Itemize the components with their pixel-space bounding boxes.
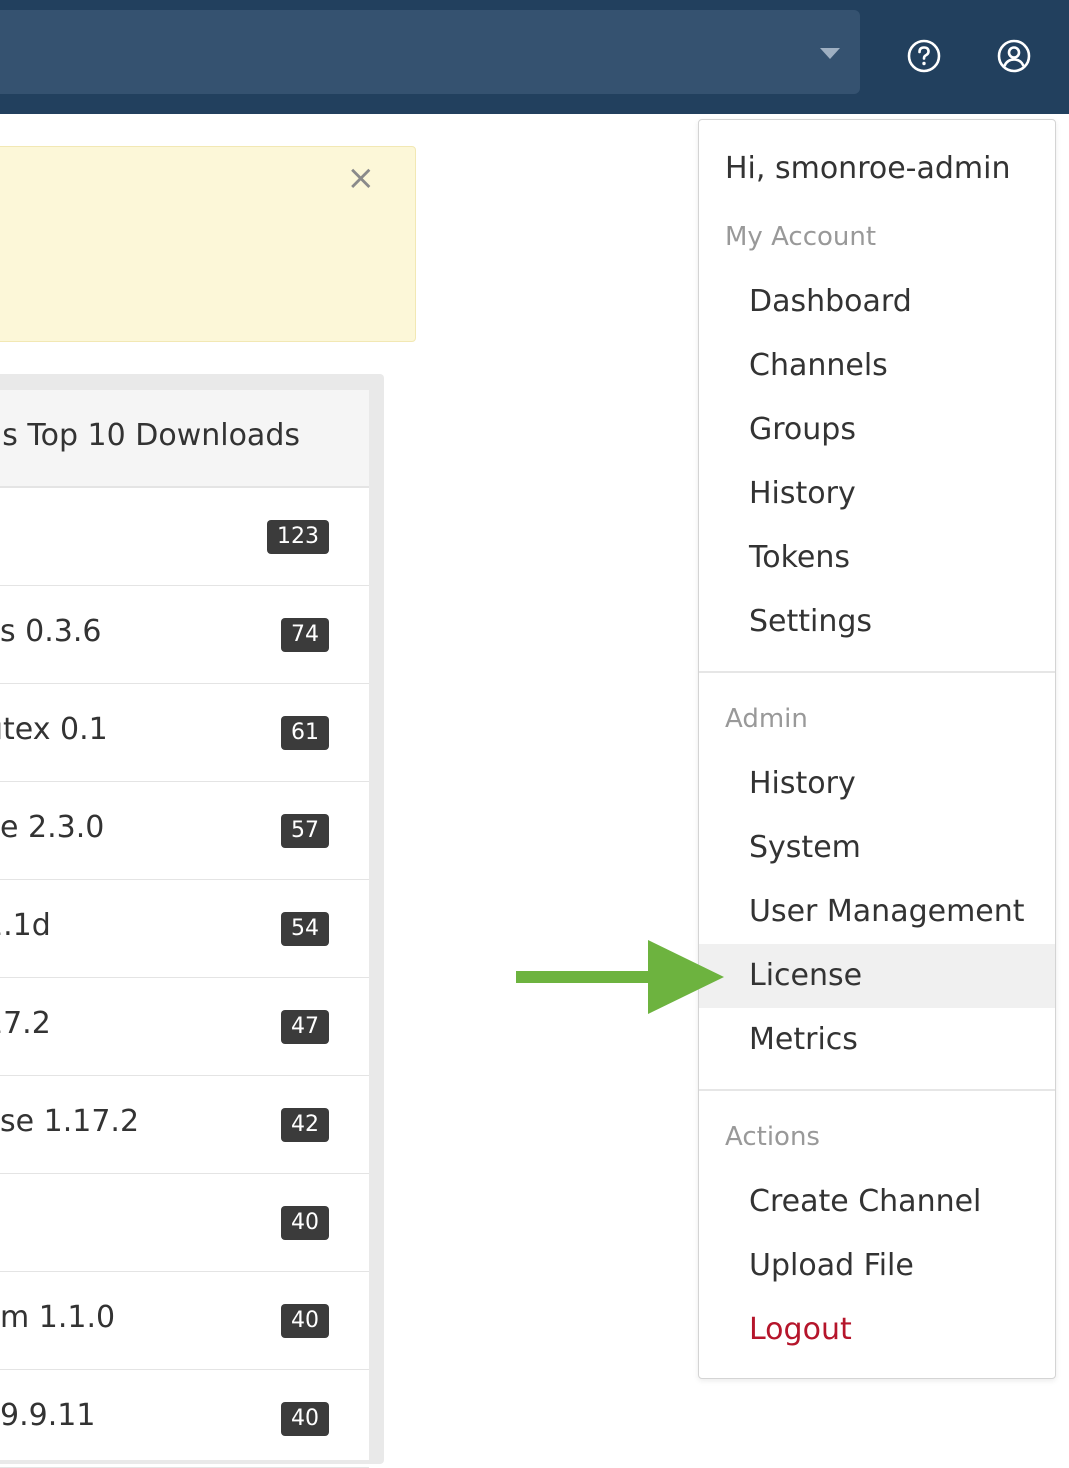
menu-item-label: Settings [749,604,873,639]
package-name: 17.2 [0,1006,51,1041]
section-heading-actions: Actions [725,1122,820,1152]
table-row[interactable]: m 1.1.0 40 [0,1272,369,1370]
menu-item-history[interactable]: History [699,462,1055,526]
table-row[interactable]: 40 [0,1174,369,1272]
user-dropdown-menu: Hi, smonroe-admin My Account Dashboard C… [698,119,1056,1379]
section-heading-admin: Admin [725,704,808,734]
menu-item-label: User Management [749,894,1025,929]
search-select[interactable] [0,10,860,94]
table-row[interactable]: se 1.17.2 42 [0,1076,369,1174]
panel-title: 's Top 10 Downloads [0,418,300,453]
menu-item-label: Create Channel [749,1184,982,1219]
alert-box: × [0,146,416,342]
question-circle-icon[interactable] [906,38,942,74]
panel-header: 's Top 10 Downloads [0,390,369,488]
chevron-down-icon[interactable] [820,48,840,59]
user-greeting: Hi, smonroe-admin [725,151,1011,186]
menu-item-label: System [749,830,861,865]
package-name: 9.9.11 [0,1398,96,1433]
menu-item-metrics[interactable]: Metrics [699,1008,1055,1072]
top-navbar [0,0,1069,114]
menu-item-label: History [749,476,856,511]
table-row[interactable]: 123 [0,488,369,586]
menu-item-label: Groups [749,412,856,447]
menu-item-settings[interactable]: Settings [699,590,1055,654]
menu-item-tokens[interactable]: Tokens [699,526,1055,590]
table-row[interactable]: 1.1d 54 [0,880,369,978]
user-circle-icon[interactable] [996,38,1032,74]
downloads-panel: 's Top 10 Downloads 123 s 0.3.6 74 utex … [0,390,369,1468]
package-name: 1.1d [0,908,51,943]
menu-item-upload-file[interactable]: Upload File [699,1234,1055,1298]
menu-item-label: Logout [749,1312,852,1347]
menu-item-dashboard[interactable]: Dashboard [699,270,1055,334]
table-row[interactable]: 17.2 47 [0,978,369,1076]
download-count-badge: 57 [281,814,329,848]
menu-item-logout[interactable]: Logout [699,1298,1055,1362]
table-row[interactable]: s 0.3.6 74 [0,586,369,684]
arrow-right-icon [516,940,724,1014]
table-row[interactable]: e 2.3.0 57 [0,782,369,880]
menu-item-groups[interactable]: Groups [699,398,1055,462]
package-name: m 1.1.0 [0,1300,116,1335]
download-count-badge: 40 [281,1304,329,1338]
menu-item-label: History [749,766,856,801]
menu-item-label: Upload File [749,1248,914,1283]
table-row[interactable]: utex 0.1 61 [0,684,369,782]
package-name: s 0.3.6 [0,614,102,649]
package-name: e 2.3.0 [0,810,105,845]
download-count-badge: 40 [281,1402,329,1436]
download-count-badge: 74 [281,618,329,652]
menu-item-label: Tokens [749,540,850,575]
download-count-badge: 61 [281,716,329,750]
section-heading-my-account: My Account [725,222,877,252]
menu-item-create-channel[interactable]: Create Channel [699,1170,1055,1234]
menu-item-system[interactable]: System [699,816,1055,880]
menu-item-label: License [749,958,863,993]
close-icon[interactable]: × [347,161,376,195]
menu-item-channels[interactable]: Channels [699,334,1055,398]
menu-item-admin-history[interactable]: History [699,752,1055,816]
download-count-badge: 40 [281,1206,329,1240]
download-count-badge: 123 [267,520,329,554]
download-count-badge: 47 [281,1010,329,1044]
menu-item-label: Metrics [749,1022,858,1057]
download-count-badge: 54 [281,912,329,946]
table-row[interactable]: 9.9.11 40 [0,1370,369,1468]
package-name: se 1.17.2 [0,1104,140,1139]
menu-item-label: Channels [749,348,888,383]
download-count-badge: 42 [281,1108,329,1142]
menu-item-label: Dashboard [749,284,912,319]
menu-item-user-management[interactable]: User Management [699,880,1055,944]
menu-divider [699,671,1055,673]
package-name: utex 0.1 [0,712,108,747]
menu-item-license[interactable]: License [699,944,1055,1008]
menu-divider [699,1089,1055,1091]
